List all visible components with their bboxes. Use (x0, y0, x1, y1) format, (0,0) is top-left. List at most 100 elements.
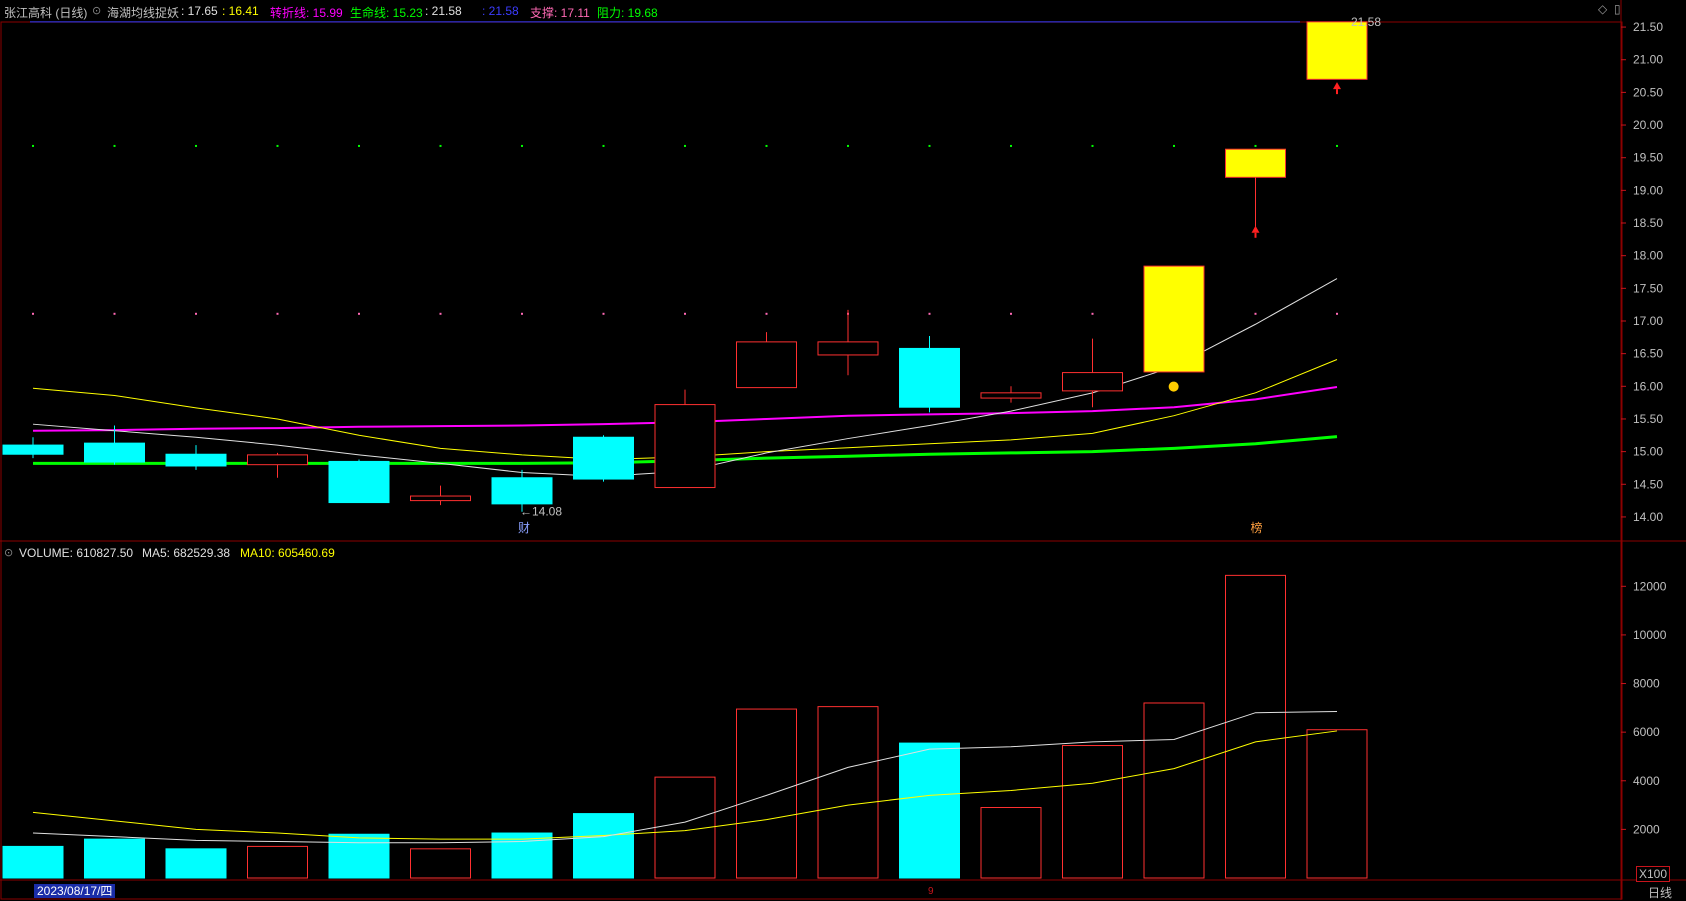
volume-tick-label: 4000 (1633, 774, 1660, 788)
resist-dot (358, 144, 360, 147)
candle-body (491, 477, 553, 505)
candle-body (328, 460, 390, 504)
candle-body (1143, 265, 1205, 373)
support-dot (276, 312, 279, 315)
candle-body (573, 436, 634, 480)
resist-dot (1173, 144, 1175, 147)
price-tick-label: 18.00 (1633, 249, 1663, 263)
volume-bar (899, 742, 960, 879)
support-dot (765, 312, 768, 315)
price-tick-label: 17.00 (1633, 314, 1663, 328)
volume-bar (1143, 702, 1205, 879)
kline-chart[interactable]: 21.50 21.00 20.50 20.00 19.50 19.00 18.50 18.00… (0, 0, 1686, 900)
volume-bar (1062, 745, 1123, 879)
volume-tick-label: 6000 (1633, 725, 1660, 739)
resist-dot (195, 144, 197, 147)
price-tick-label: 14.00 (1633, 510, 1663, 524)
support-dot (195, 312, 197, 315)
candle-body (899, 347, 960, 408)
period-label[interactable]: 日线 (1648, 884, 1672, 901)
support-dot (1336, 312, 1338, 315)
month-marker: 9 (928, 886, 934, 897)
price-tick-label: 20.00 (1633, 118, 1663, 132)
candle-body (410, 495, 471, 502)
candle-body (980, 392, 1042, 399)
resist-dot (1336, 144, 1338, 147)
volume-tick-label: 8000 (1633, 677, 1660, 691)
cursor-date: 2023/08/17/四 (34, 884, 116, 898)
volume-bar (328, 833, 390, 879)
volume-tick-label: 12000 (1633, 579, 1667, 593)
volume-bar (491, 832, 553, 879)
volume-bar (1225, 574, 1286, 879)
candle-body (84, 442, 145, 463)
candle-body (247, 454, 308, 466)
price-tick-label: 15.00 (1633, 445, 1663, 459)
resist-dot (439, 144, 442, 147)
support-dot (1254, 312, 1257, 315)
up-arrow-icon (1333, 82, 1341, 90)
resist-dot (847, 144, 849, 147)
ranking-mark: 榜 (1251, 520, 1263, 535)
resist-dot (1254, 144, 1257, 147)
price-tick-label: 20.50 (1633, 85, 1663, 99)
support-dot (358, 312, 360, 315)
high-price-label: 21.58 (1351, 15, 1381, 29)
volume-bar (2, 845, 64, 879)
price-tick-label: 18.50 (1633, 216, 1663, 230)
resist-dot (602, 144, 605, 147)
volume-tick-label: 10000 (1633, 628, 1667, 642)
resist-dot (1010, 144, 1012, 147)
resist-dot (276, 144, 279, 147)
volume-scale: X100 (1635, 866, 1670, 882)
support-dot (439, 312, 442, 315)
support-dot (684, 312, 686, 315)
price-tick-label: 14.50 (1633, 477, 1663, 491)
price-tick-label: 16.50 (1633, 347, 1663, 361)
up-arrow-icon (1251, 225, 1260, 233)
volume-bar (817, 706, 879, 879)
resist-dot (521, 144, 523, 147)
price-tick-label: 16.00 (1633, 379, 1663, 393)
candle-body (1225, 148, 1286, 178)
volume-bar (573, 813, 634, 879)
price-tick-label: 19.00 (1633, 183, 1663, 197)
low-price-label: ←14.08 (520, 505, 562, 519)
candle-body (736, 341, 797, 389)
resist-dot (1091, 144, 1094, 147)
support-dot (113, 312, 116, 315)
chart-frame (0, 21, 1623, 900)
support-dot (1010, 312, 1012, 315)
resist-dot (32, 144, 34, 147)
support-dot (1091, 312, 1094, 315)
volume-bar (1306, 729, 1368, 879)
resist-dot (684, 144, 686, 147)
resist-dot (113, 144, 116, 147)
volume-bar (980, 807, 1042, 879)
resist-dot (928, 144, 931, 147)
candle-body (817, 341, 879, 356)
volume-bar (410, 848, 471, 879)
volume-bar (165, 848, 227, 879)
money-bag-icon: ● (1168, 379, 1179, 394)
candle-body (2, 444, 64, 455)
candle-body (1306, 21, 1368, 80)
price-tick-label: 17.50 (1633, 281, 1663, 295)
candle-body (654, 404, 716, 489)
volume-bar (736, 708, 797, 879)
finance-mark: 财 (518, 521, 530, 535)
volume-bar (84, 838, 145, 879)
resist-dot (765, 144, 768, 147)
volume-tick-label: 2000 (1633, 822, 1660, 836)
price-tick-label: 21.00 (1633, 53, 1663, 67)
support-dot (32, 312, 34, 315)
support-dot (602, 312, 605, 315)
candle-body (165, 453, 227, 467)
price-tick-label: 15.50 (1633, 412, 1663, 426)
support-dot (928, 312, 931, 315)
support-dot (521, 312, 523, 315)
price-tick-label: 21.50 (1633, 20, 1663, 34)
volume-bar (247, 845, 308, 879)
price-tick-label: 19.50 (1633, 151, 1663, 165)
candle-body (1062, 372, 1123, 392)
